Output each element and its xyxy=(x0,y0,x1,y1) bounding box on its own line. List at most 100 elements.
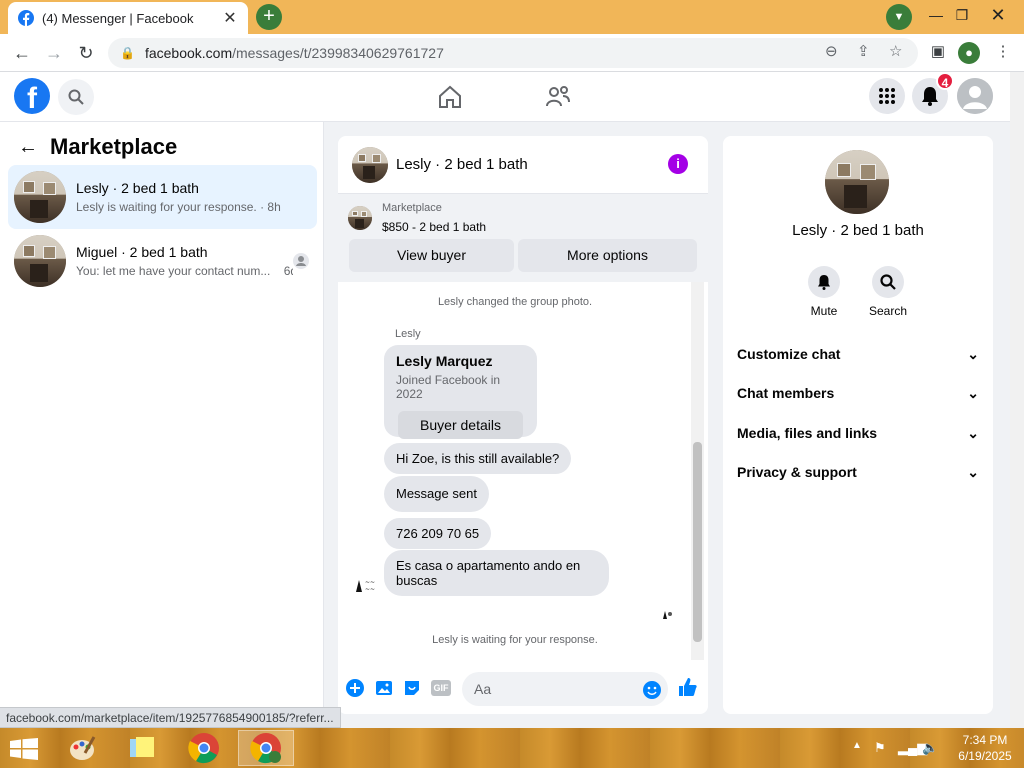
sticky-notes-icon xyxy=(130,737,154,757)
back-arrow-icon[interactable]: ← xyxy=(18,136,38,159)
tab-close-icon[interactable]: ✕ xyxy=(222,8,238,28)
listing-thumb[interactable] xyxy=(348,206,372,230)
bell-icon xyxy=(922,87,938,106)
conversation-name: Lesly · 2 bed 1 bath xyxy=(76,180,199,196)
windows-taskbar: ▲ ⚑ ▂▄▆ 🔈 7:34 PM 6/19/2025 xyxy=(0,728,1024,768)
forward-icon[interactable]: → xyxy=(42,41,66,65)
taskbar-app-chrome[interactable] xyxy=(176,730,232,766)
svg-text:~~: ~~ xyxy=(365,586,375,593)
message-composer: GIF Aa xyxy=(338,666,708,714)
back-icon[interactable]: ← xyxy=(10,41,34,65)
chat-title[interactable]: Lesly · 2 bed 1 bath xyxy=(396,156,528,173)
chevron-down-icon: ⌄ xyxy=(967,385,979,401)
photo-icon[interactable] xyxy=(374,678,394,698)
address-bar[interactable]: 🔒 facebook.com/messages/t/23998340629761… xyxy=(108,38,918,68)
message-input[interactable]: Aa xyxy=(462,672,668,706)
sticker-icon[interactable] xyxy=(402,678,422,698)
listing-avatar xyxy=(14,171,66,223)
sender-avatar-icon[interactable]: ~~~~ xyxy=(350,572,378,600)
menu-kebab-icon[interactable]: ⋮ xyxy=(992,42,1014,64)
message-bubble[interactable]: Hi Zoe, is this still available? xyxy=(384,443,572,474)
lock-icon: 🔒 xyxy=(120,46,135,60)
message-bubble[interactable]: 726 209 70 65 xyxy=(384,518,492,549)
tab-search-chevron-icon[interactable]: ▼ xyxy=(886,4,912,30)
section-media-files-links[interactable]: Media, files and links ⌄ xyxy=(737,425,979,442)
listing-price[interactable]: $850 - 2 bed 1 bath xyxy=(382,220,486,234)
like-thumb-icon[interactable] xyxy=(677,676,699,698)
buyer-profile-card: Lesly Marquez Joined Facebook in 2022 Bu… xyxy=(384,345,537,439)
browser-tab[interactable]: (4) Messenger | Facebook ✕ xyxy=(8,2,248,34)
conversation-preview: Lesly is waiting for your response. · 8h xyxy=(76,200,281,214)
new-tab-button[interactable]: + xyxy=(256,4,282,30)
buyer-name: Lesly Marquez xyxy=(396,353,493,369)
emoji-icon[interactable] xyxy=(642,680,662,700)
message-list: Lesly changed the group photo. Lesly Les… xyxy=(338,282,708,660)
more-options-button[interactable]: More options xyxy=(518,239,697,272)
section-label: Media, files and links xyxy=(737,425,878,441)
tray-expand-icon[interactable]: ▲ xyxy=(852,740,862,751)
bookmark-star-icon[interactable]: ☆ xyxy=(889,42,902,60)
search-button[interactable] xyxy=(58,79,94,115)
restore-icon[interactable]: ❐ xyxy=(944,0,980,30)
profile-avatar[interactable] xyxy=(825,150,889,214)
conversation-time: 6d xyxy=(283,264,293,278)
account-avatar[interactable] xyxy=(957,78,993,114)
windows-start-icon[interactable] xyxy=(10,738,38,760)
link-status-bar: facebook.com/marketplace/item/1925776854… xyxy=(0,707,341,728)
mute-action[interactable]: Mute xyxy=(794,266,854,318)
message-bubble[interactable]: Message sent xyxy=(384,476,489,512)
section-label: Chat members xyxy=(737,385,835,401)
window-close-icon[interactable]: ✕ xyxy=(980,0,1016,30)
chrome-profile-icon xyxy=(250,733,281,764)
facebook-logo-icon[interactable]: f xyxy=(14,78,50,114)
gif-icon[interactable]: GIF xyxy=(431,680,451,696)
groups-icon[interactable] xyxy=(544,83,572,111)
zoom-icon[interactable]: ⊖ xyxy=(825,42,838,60)
view-buyer-button[interactable]: View buyer xyxy=(349,239,514,272)
chat-header: Lesly · 2 bed 1 bath xyxy=(338,136,708,194)
browser-tab-bar: (4) Messenger | Facebook ✕ + ▼ — ❐ ✕ xyxy=(0,0,1024,34)
taskbar-app-paint[interactable] xyxy=(54,730,110,766)
conversation-preview: You: let me have your contact num... xyxy=(76,264,271,278)
sender-label: Lesly xyxy=(395,328,421,340)
buyer-details-button[interactable]: Buyer details xyxy=(398,411,523,439)
search-action[interactable]: Search xyxy=(858,266,918,318)
share-icon[interactable]: ⇪ xyxy=(857,42,870,60)
listing-avatar xyxy=(14,235,66,287)
profile-icon[interactable]: ● xyxy=(958,42,980,64)
seen-avatar-icon xyxy=(293,253,309,269)
section-chat-members[interactable]: Chat members ⌄ xyxy=(737,385,979,402)
conversation-list-panel: ← Marketplace Lesly · 2 bed 1 bath Lesly… xyxy=(0,122,324,728)
page-scrollbar[interactable] xyxy=(1010,72,1024,728)
bell-icon xyxy=(818,275,830,290)
message-bubble[interactable]: Es casa o apartamento ando en buscas xyxy=(384,550,609,596)
listing-label: Marketplace xyxy=(382,202,442,214)
taskbar-app-notes[interactable] xyxy=(114,730,170,766)
section-customize-chat[interactable]: Customize chat ⌄ xyxy=(737,346,979,363)
chevron-down-icon: ⌄ xyxy=(967,346,979,362)
search-icon xyxy=(68,89,84,105)
home-icon[interactable] xyxy=(436,83,464,111)
section-label: Privacy & support xyxy=(737,464,857,480)
taskbar-app-chrome-active[interactable] xyxy=(238,730,294,766)
conversation-item-miguel[interactable]: Miguel · 2 bed 1 bath You: let me have y… xyxy=(8,229,317,293)
action-center-flag-icon[interactable]: ⚑ xyxy=(874,740,886,756)
info-icon[interactable]: i xyxy=(668,154,688,174)
message-scrollbar[interactable] xyxy=(691,282,704,660)
section-privacy-support[interactable]: Privacy & support ⌄ xyxy=(737,464,979,481)
conversation-item-lesly[interactable]: Lesly · 2 bed 1 bath Lesly is waiting fo… xyxy=(8,165,317,229)
sidebar-icon[interactable]: ▣ xyxy=(927,42,949,64)
system-clock[interactable]: 7:34 PM 6/19/2025 xyxy=(950,732,1020,764)
system-message: Lesly changed the group photo. xyxy=(437,296,593,308)
volume-icon[interactable]: 🔈 xyxy=(922,740,938,756)
clock-date: 6/19/2025 xyxy=(958,749,1012,763)
plus-circle-icon[interactable] xyxy=(345,678,365,698)
reload-icon[interactable]: ↻ xyxy=(74,41,98,65)
browser-toolbar: ← → ↻ 🔒 facebook.com/messages/t/23998340… xyxy=(0,34,1024,72)
user-silhouette-icon xyxy=(957,78,993,114)
scrollbar-thumb[interactable] xyxy=(693,442,702,642)
menu-grid-button[interactable] xyxy=(869,78,905,114)
paint-app-icon xyxy=(70,736,96,760)
chat-info-panel: Lesly · 2 bed 1 bath Mute Search Customi… xyxy=(723,136,993,714)
chat-avatar[interactable] xyxy=(352,146,388,183)
